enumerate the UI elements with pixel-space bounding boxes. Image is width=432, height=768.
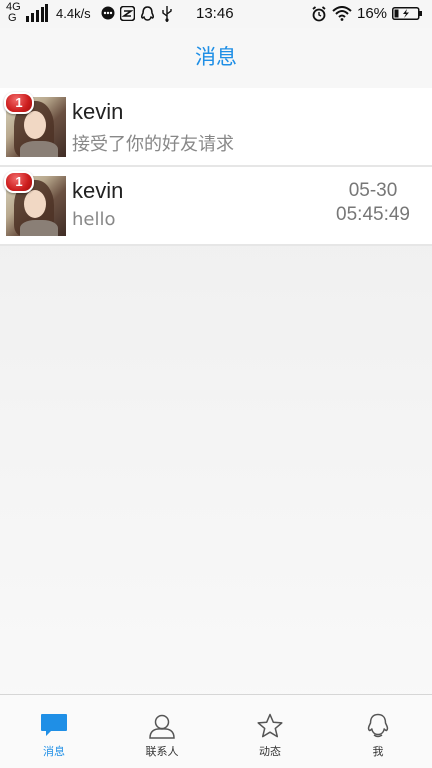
message-time: 05:45:49 bbox=[336, 204, 410, 225]
bottom-nav: 消息 联系人 动态 我 bbox=[0, 694, 432, 768]
tab-label: 消息 bbox=[43, 745, 65, 758]
status-bar: 4G G 4.4k/s 13:46 16% bbox=[0, 0, 432, 28]
screen: 4G G 4.4k/s 13:46 16% 消息 1 kevin 接受了你的好友… bbox=[0, 0, 432, 768]
conversation-item[interactable]: 1 kevin 接受了你的好友请求 bbox=[0, 88, 432, 167]
qq-notification-icon bbox=[140, 6, 155, 21]
wifi-icon bbox=[332, 6, 352, 21]
battery-charging-icon bbox=[392, 7, 422, 20]
network-speed: 4.4k/s bbox=[56, 6, 91, 21]
signal-icon bbox=[26, 4, 48, 22]
message-date: 05-30 bbox=[348, 180, 398, 201]
contact-name: kevin bbox=[72, 178, 124, 203]
tab-label: 我 bbox=[372, 745, 384, 758]
tab-me[interactable]: 我 bbox=[324, 695, 432, 768]
tab-moments[interactable]: 动态 bbox=[216, 695, 324, 768]
page-title: 消息 bbox=[0, 28, 432, 88]
contact-name: kevin bbox=[72, 99, 124, 124]
unread-badge: 1 bbox=[4, 171, 34, 193]
network-type: 4G G bbox=[6, 2, 21, 24]
chat-notification-icon bbox=[101, 6, 115, 20]
conversation-item[interactable]: 1 kevin hello 05-30 05:45:49 bbox=[0, 167, 432, 246]
profile-icon bbox=[367, 713, 389, 738]
message-preview: 接受了你的好友请求 bbox=[72, 134, 234, 155]
message-timestamp: 05-30 05:45:49 bbox=[336, 179, 410, 227]
tab-messages[interactable]: 消息 bbox=[0, 695, 108, 768]
alarm-icon bbox=[312, 6, 326, 22]
star-icon bbox=[257, 713, 283, 738]
contacts-icon bbox=[149, 714, 175, 739]
usb-icon bbox=[162, 6, 172, 22]
unread-badge: 1 bbox=[4, 92, 34, 114]
tab-label: 联系人 bbox=[145, 745, 179, 758]
chat-bubble-icon bbox=[41, 714, 67, 736]
tab-label: 动态 bbox=[259, 745, 281, 758]
weibo-notification-icon bbox=[120, 6, 135, 21]
network-g-label: G bbox=[8, 12, 17, 24]
message-preview: hello bbox=[72, 209, 116, 230]
battery-percent: 16% bbox=[357, 5, 388, 22]
clock: 13:46 bbox=[196, 5, 234, 22]
message-list: 1 kevin 接受了你的好友请求 1 kevin hello 05-30 05… bbox=[0, 88, 432, 246]
tab-contacts[interactable]: 联系人 bbox=[108, 695, 216, 768]
